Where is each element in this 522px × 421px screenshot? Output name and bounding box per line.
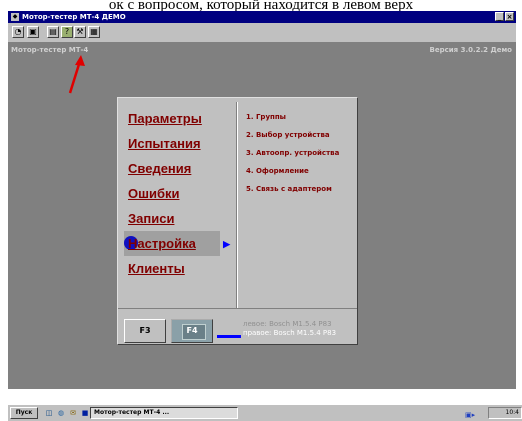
left-device-label: левое: Bosch M1.5.4 P83 [243,320,332,328]
start-button[interactable]: Пуск [10,407,38,419]
toolbar: ◔ ▣ ▤ ? ⚒ ▦ [8,23,516,43]
submenu-item-auto-detect[interactable]: 3. Автоопр. устройства [246,144,339,162]
quicklaunch-globe-icon[interactable]: ◍ [56,408,66,418]
app-name-label: Мотор-тестер МТ-4 [11,46,89,54]
menu-item-settings-label: Настройка [128,236,196,251]
folder-icon[interactable]: ▤ [47,26,59,38]
function-key-strip: F3 F4 левое: Bosch M1.5.4 P83 правое: Bo… [118,308,357,345]
tray-clock: 10:4 [505,409,519,416]
clock-icon[interactable]: ◔ [12,26,24,38]
app-icon: ◆ [11,13,19,21]
minimize-button[interactable]: _ [495,12,504,21]
taskbar: Пуск ◫ ◍ ✉ ■ Мотор-тестер МТ-4 ... ▣▸ 10… [8,404,522,421]
close-button[interactable]: × [505,12,514,21]
version-label: Версия 3.0.2.2 Демо [429,46,513,54]
submenu-arrow-icon: ▶ [223,239,230,249]
window-controls: _ × [495,12,514,21]
quicklaunch-explorer-icon[interactable]: ◫ [44,408,54,418]
quicklaunch-desktop-icon[interactable]: ■ [80,408,90,418]
menu-item-errors[interactable]: Ошибки [128,181,238,206]
quicklaunch-mail-icon[interactable]: ✉ [68,408,78,418]
submenu-item-adapter-link[interactable]: 5. Связь с адаптером [246,180,339,198]
window-titlebar[interactable]: ◆ Мотор-тестер МТ-4 ДЕМО _ × [8,11,516,23]
help-question-icon[interactable]: ? [61,26,73,38]
right-device-label: правое: Bosch M1.5.4 P83 [243,329,337,337]
annotation-arrow-icon [68,55,85,94]
submenu-item-appearance[interactable]: 4. Оформление [246,162,339,180]
grid-icon[interactable]: ▦ [88,26,100,38]
menu-item-parameters[interactable]: Параметры [128,106,238,131]
menu-item-settings[interactable]: Настройка ▶ [124,231,230,256]
pointer-arrow-icon [217,335,241,338]
company-status-label: НПП Новые технологические системы [8,391,129,398]
menu-item-info[interactable]: Сведения [128,156,238,181]
tools-icon[interactable]: ⚒ [74,26,86,38]
menu-item-tests[interactable]: Испытания [128,131,238,156]
f4-label: F4 [186,326,198,335]
device-info: левое: Bosch M1.5.4 P83 правое: Bosch M1… [243,320,336,338]
taskbar-app-button[interactable]: Мотор-тестер МТ-4 ... [90,407,238,419]
main-menu: Параметры Испытания Сведения Ошибки Запи… [124,106,238,281]
menu-item-records[interactable]: Записи [128,206,238,231]
window-title: Мотор-тестер МТ-4 ДЕМО [22,13,126,21]
submenu-item-device-select[interactable]: 2. Выбор устройства [246,126,339,144]
settings-submenu: 1. Группы 2. Выбор устройства 3. Автоопр… [246,108,339,198]
main-menu-panel: Параметры Испытания Сведения Ошибки Запи… [117,97,358,345]
monitor-icon[interactable]: ▣ [27,26,39,38]
submenu-item-groups[interactable]: 1. Группы [246,108,339,126]
tray-network-icon: ▣▸ [465,411,476,419]
menu-item-clients[interactable]: Клиенты [128,256,238,281]
f4-button[interactable]: F4 [171,319,213,343]
menu-divider [236,102,238,308]
system-tray: ▣▸ 10:4 [465,407,522,419]
f3-button[interactable]: F3 [124,319,166,343]
